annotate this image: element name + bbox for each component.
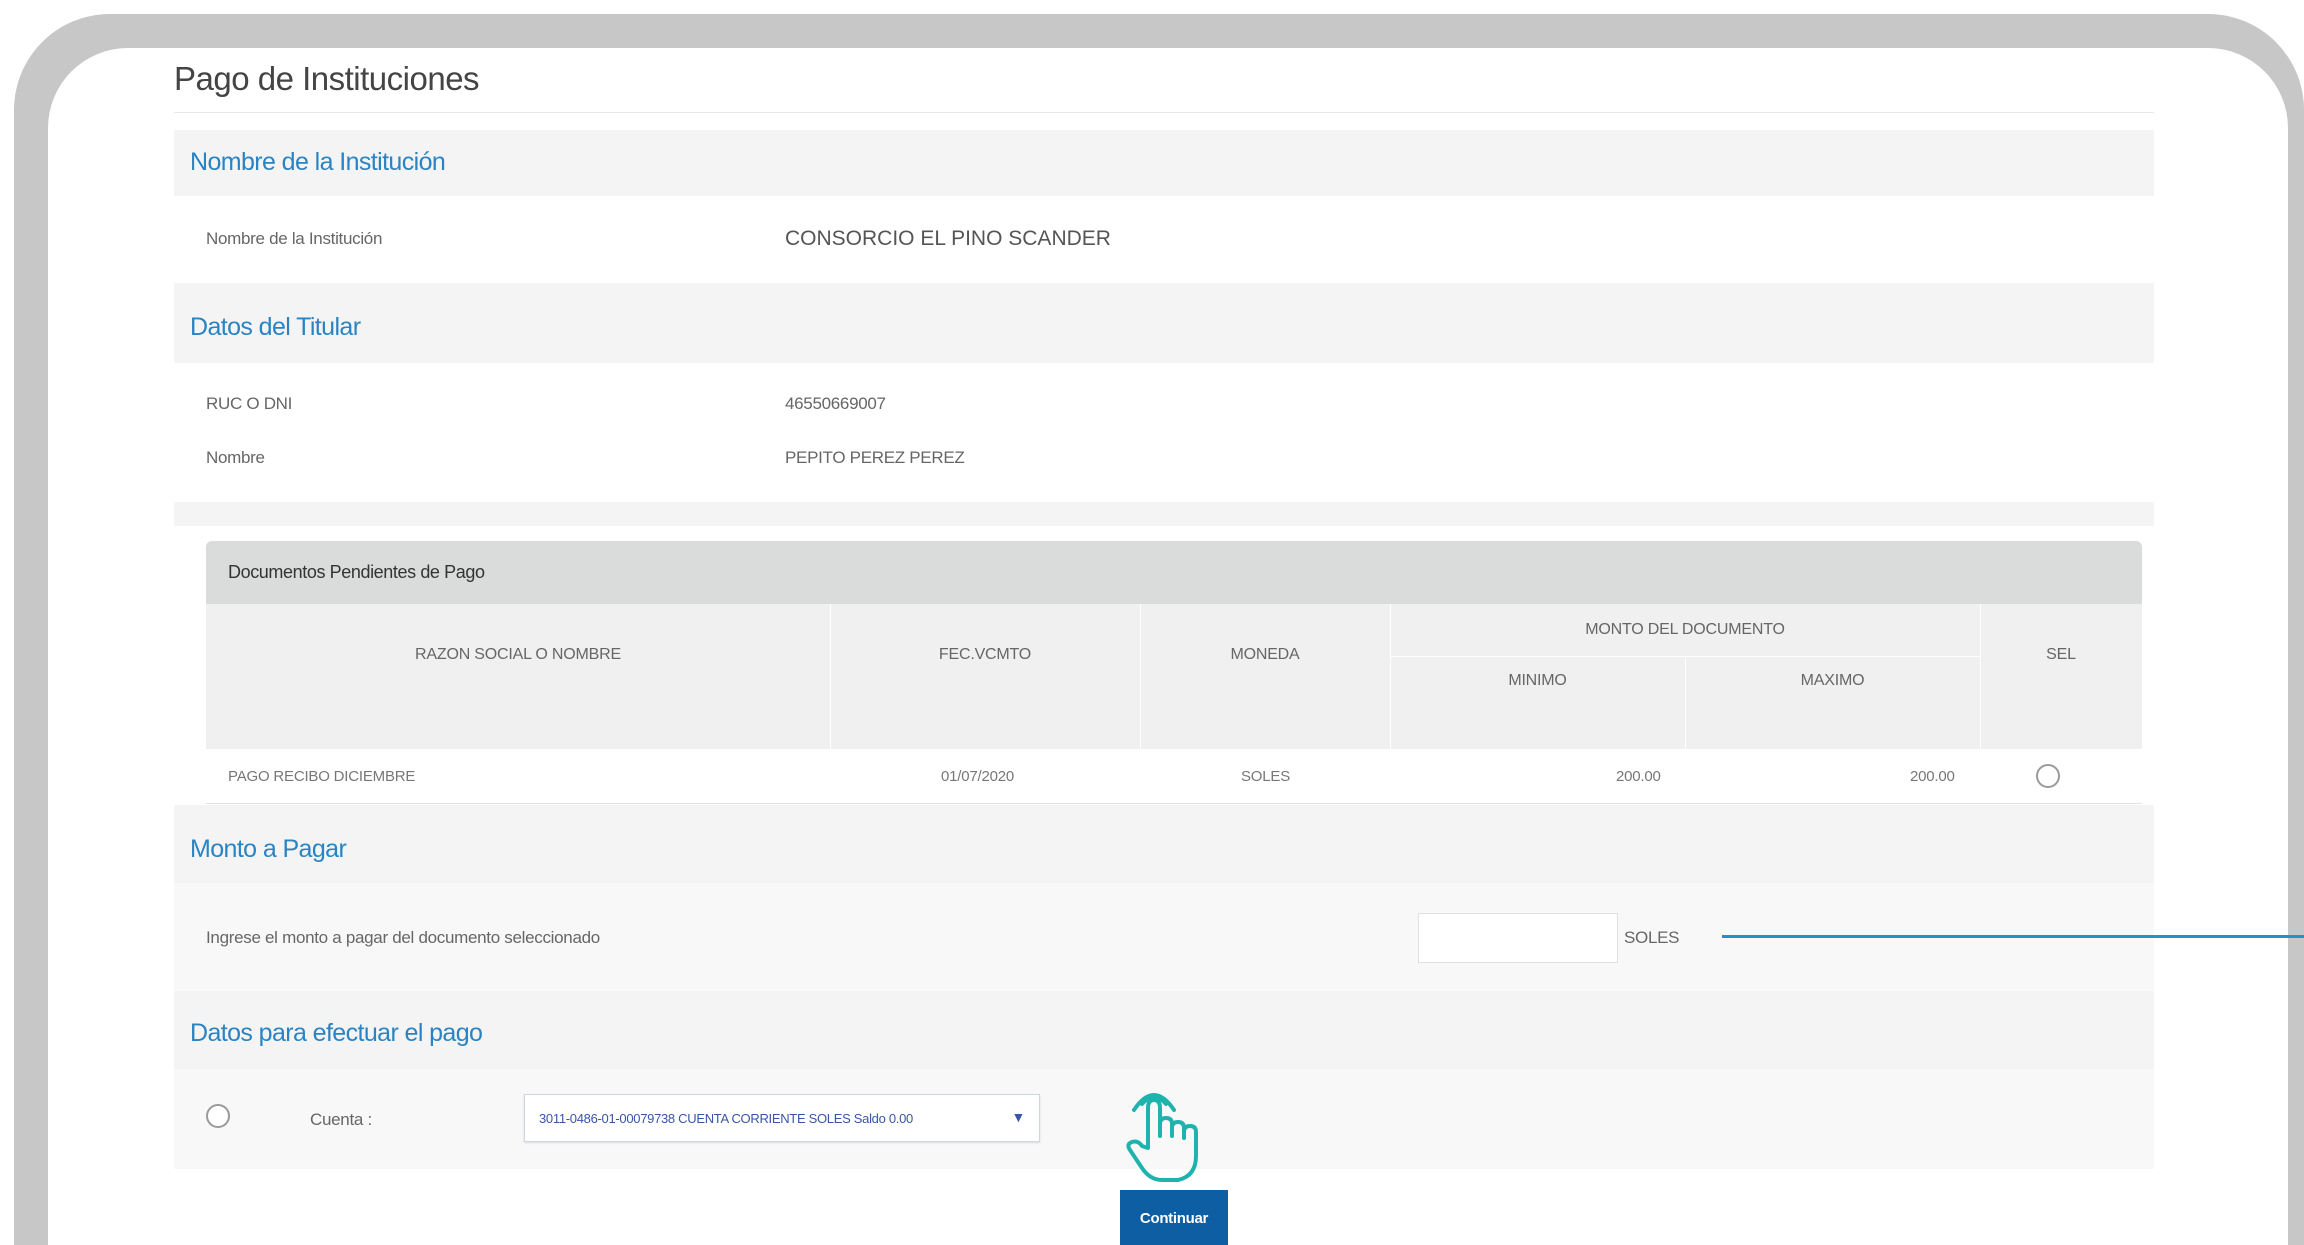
institucion-value: CONSORCIO EL PINO SCANDER	[785, 227, 1111, 250]
institucion-label: Nombre de la Institución	[206, 229, 383, 248]
col-header-maximo: MAXIMO	[1800, 672, 1865, 689]
column-divider	[1140, 604, 1141, 749]
cell-moneda: SOLES	[1241, 768, 1291, 785]
cuenta-label: Cuenta :	[310, 1110, 372, 1129]
ruc-label: RUC O DNI	[206, 394, 293, 413]
account-radio[interactable]	[206, 1104, 230, 1128]
section-title-titular: Datos del Titular	[190, 313, 361, 341]
cell-fecha: 01/07/2020	[941, 768, 1015, 785]
cell-maximo: 200.00	[1910, 768, 1955, 785]
amount-input[interactable]	[1418, 913, 1618, 963]
chevron-down-icon: ▼	[1011, 1109, 1025, 1125]
currency-label: SOLES	[1624, 928, 1680, 947]
section-spacer	[174, 502, 2154, 526]
documentos-table-title: Documentos Pendientes de Pago	[228, 562, 485, 582]
section-header-institucion: Nombre de la Institución	[174, 130, 2154, 196]
col-header-sel: SEL	[2046, 646, 2076, 663]
title-divider	[174, 112, 2154, 113]
section-title-institucion: Nombre de la Institución	[190, 148, 446, 176]
account-select-value: 3011-0486-01-00079738 CUENTA CORRIENTE S…	[539, 1111, 913, 1126]
monto-label: Ingrese el monto a pagar del documento s…	[206, 928, 600, 947]
column-divider	[830, 604, 831, 749]
hand-pointer-icon	[1126, 1093, 1198, 1182]
ruc-value: 46550669007	[785, 394, 886, 413]
cell-razon: PAGO RECIBO DICIEMBRE	[228, 768, 416, 785]
documentos-table-title-bar: Documentos Pendientes de Pago	[206, 541, 2142, 604]
table-row: PAGO RECIBO DICIEMBRE 01/07/2020 SOLES 2…	[206, 749, 2142, 804]
section-title-monto: Monto a Pagar	[190, 835, 347, 863]
account-select[interactable]: 3011-0486-01-00079738 CUENTA CORRIENTE S…	[524, 1094, 1040, 1142]
col-header-monto: MONTO DEL DOCUMENTO	[1585, 621, 1785, 638]
col-header-razon: RAZON SOCIAL O NOMBRE	[415, 646, 621, 663]
col-header-fecha: FEC.VCMTO	[938, 646, 1032, 663]
section-header-monto: Monto a Pagar	[174, 805, 2154, 883]
subheader-divider	[1390, 656, 1980, 657]
continue-button[interactable]: Continuar	[1120, 1190, 1228, 1245]
table-header-row: RAZON SOCIAL O NOMBRE FEC.VCMTO MONEDA M…	[206, 604, 2142, 749]
cell-minimo: 200.00	[1616, 768, 1661, 785]
section-header-titular: Datos del Titular	[174, 283, 2154, 363]
select-document-radio[interactable]	[2036, 764, 2060, 788]
callout-line	[1722, 935, 2304, 938]
section-header-pago: Datos para efectuar el pago	[174, 991, 2154, 1069]
column-divider	[1685, 656, 1686, 749]
page-title: Pago de Instituciones	[174, 60, 480, 97]
col-header-moneda: MONEDA	[1230, 646, 1300, 663]
nombre-value: PEPITO PEREZ PEREZ	[785, 448, 965, 467]
column-divider	[1980, 604, 1981, 749]
section-title-pago: Datos para efectuar el pago	[190, 1019, 483, 1047]
column-divider	[1390, 604, 1391, 749]
nombre-label: Nombre	[206, 448, 265, 467]
col-header-minimo: MINIMO	[1508, 672, 1567, 689]
